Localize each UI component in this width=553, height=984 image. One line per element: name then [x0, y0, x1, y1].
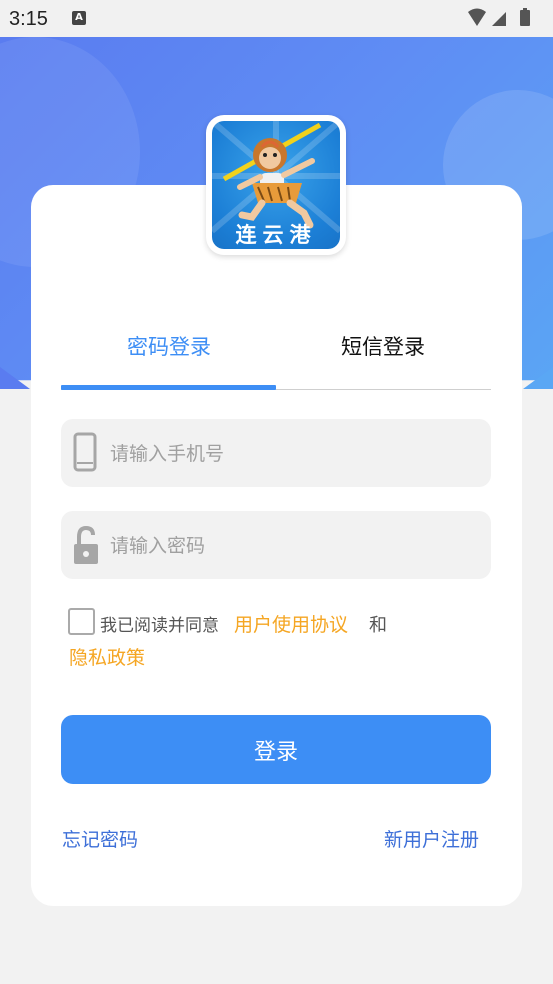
forgot-password-link[interactable]: 忘记密码 [62, 825, 138, 852]
status-bar: 3:15 A [0, 0, 553, 37]
tab-password-login[interactable]: 密码登录 [127, 331, 211, 361]
agreement-checkbox[interactable] [68, 608, 95, 635]
lock-icon [72, 524, 100, 570]
login-button[interactable]: 登录 [61, 715, 491, 784]
phone-icon [72, 432, 98, 478]
signal-icon [492, 12, 506, 26]
user-agreement-link[interactable]: 用户使用协议 [234, 610, 348, 637]
password-field[interactable] [61, 511, 491, 581]
agreement-conjunction: 和 [369, 615, 387, 636]
privacy-policy-link[interactable]: 隐私政策 [69, 643, 145, 670]
wifi-icon [468, 8, 486, 26]
register-link[interactable]: 新用户注册 [384, 825, 479, 852]
logo-image: 连云港 [212, 121, 340, 249]
agreement-prefix: 我已阅读并同意 [100, 616, 219, 636]
logo-text: 连云港 [235, 222, 317, 247]
password-input[interactable] [108, 511, 482, 581]
battery-icon [520, 10, 530, 26]
a-icon: A [72, 11, 86, 25]
app-logo: 连云港 [206, 115, 346, 255]
login-screen: 3:15 A 连云港 密码登录 短信登录 请输入手机号 我已阅读并同意 用户使用… [0, 0, 553, 984]
status-indicators [466, 8, 541, 28]
tab-active-indicator [61, 385, 276, 390]
tab-sms-login[interactable]: 短信登录 [341, 331, 425, 361]
status-time: 3:15 [9, 8, 48, 30]
phone-field[interactable] [61, 419, 491, 489]
phone-input[interactable] [108, 419, 482, 489]
